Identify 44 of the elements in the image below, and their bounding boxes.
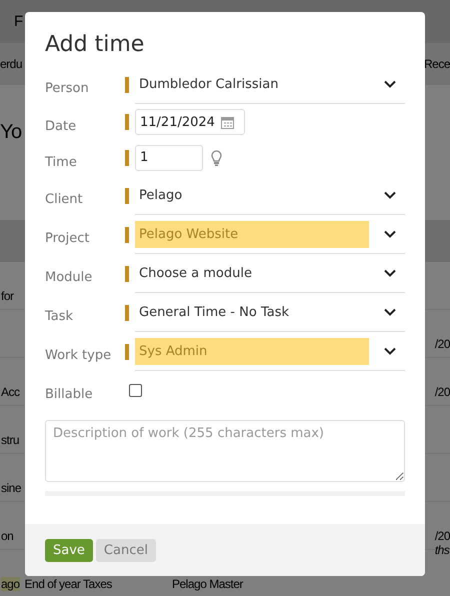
- lightbulb-icon[interactable]: [211, 150, 222, 166]
- table-cell: for: [1, 289, 14, 303]
- table-cell: on: [1, 529, 14, 543]
- highlighted-text: ago: [1, 577, 20, 591]
- chevron-down-icon: [384, 347, 396, 355]
- table-cell: End of year Taxes: [24, 577, 112, 591]
- nav-tab[interactable]: Rece: [424, 57, 450, 71]
- nav-item[interactable]: F: [14, 13, 23, 30]
- page-heading: Yo: [0, 121, 22, 144]
- dropdown[interactable]: Dumbledor Calrissian: [135, 66, 405, 104]
- field-label: Billable: [45, 386, 94, 402]
- table-cell: /20: [434, 385, 450, 399]
- chevron-down-icon: [384, 308, 396, 316]
- dialog-title: Add time: [45, 32, 146, 57]
- field-label: Date: [45, 118, 78, 134]
- dropdown[interactable]: Pelago: [135, 176, 405, 214]
- save-button[interactable]: Save: [45, 538, 93, 562]
- checkbox[interactable]: [129, 384, 142, 397]
- field-label: Module: [45, 269, 94, 285]
- table-cell: /20: [434, 529, 450, 543]
- table-cell: stru: [1, 433, 20, 447]
- table-cell: Acc: [1, 385, 20, 399]
- chevron-down-icon: [384, 80, 396, 88]
- dropdown[interactable]: Choose a module: [135, 254, 405, 292]
- cancel-button[interactable]: Cancel: [96, 538, 156, 562]
- nav-tab[interactable]: erdu: [0, 57, 22, 71]
- field-label: Time: [45, 154, 78, 170]
- table-cell: ths: [434, 543, 450, 557]
- field-label: Client: [45, 191, 84, 207]
- field-label: Person: [45, 80, 90, 96]
- table-cell: sine: [1, 481, 22, 495]
- table-cell: /20: [434, 337, 450, 351]
- field-label: Task: [45, 308, 74, 324]
- field-label: Work type: [45, 347, 112, 363]
- chevron-down-icon: [384, 230, 396, 238]
- calendar-icon: [221, 116, 234, 128]
- date-field[interactable]: 11/21/2024: [135, 109, 245, 135]
- time-field[interactable]: 1: [135, 145, 203, 171]
- description-field[interactable]: Description of work (255 characters max): [45, 420, 405, 482]
- chevron-down-icon: [384, 269, 396, 277]
- dropdown[interactable]: General Time - No Task: [135, 294, 405, 332]
- chevron-down-icon: [384, 191, 396, 199]
- table-cell: Pelago Master: [172, 577, 243, 591]
- field-label: Project: [45, 230, 90, 246]
